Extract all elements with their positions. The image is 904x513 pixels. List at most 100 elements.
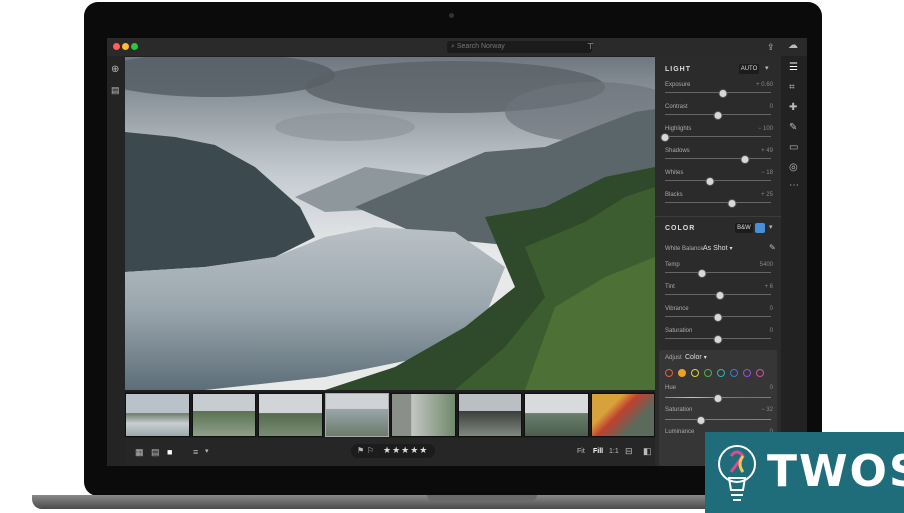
brush-icon[interactable]: ✎ (789, 122, 797, 134)
color-swatch[interactable] (691, 369, 699, 377)
edit-sliders-icon[interactable]: ☰ (789, 62, 798, 74)
thumbnail[interactable] (391, 393, 456, 437)
share-icon[interactable]: ⇪ (767, 41, 775, 53)
eyedropper-icon[interactable]: ✎ (769, 242, 776, 254)
detail-view-icon[interactable]: ■ (167, 446, 172, 458)
white-balance-value: As Shot (703, 245, 728, 252)
close-window-button[interactable] (113, 43, 120, 50)
linear-gradient-icon[interactable]: ▭ (789, 142, 798, 154)
thumbnail[interactable] (590, 393, 655, 437)
color-slider-label: Temp (665, 262, 680, 268)
color-slider-thumb[interactable] (697, 269, 707, 278)
light-slider-value: − 18 (761, 170, 773, 176)
more-icon[interactable]: ⋯ (789, 180, 799, 192)
light-slider[interactable] (665, 155, 771, 164)
flag-icon[interactable]: ⚑ (357, 445, 364, 457)
hue-slider[interactable] (665, 394, 771, 403)
chevron-down-icon[interactable]: ▾ (205, 446, 209, 458)
light-slider-thumb[interactable] (713, 111, 723, 120)
white-balance-select[interactable]: As Shot ▾ (703, 245, 732, 252)
title-bar: ⌕ Search Norway ⊤ ⇪ ☁ (107, 38, 807, 56)
color-slider[interactable] (665, 291, 771, 300)
thumbnail[interactable] (258, 393, 323, 437)
color-swatch[interactable] (730, 369, 738, 377)
light-slider[interactable] (665, 199, 771, 208)
adjust-label: Adjust (665, 355, 682, 361)
twos-watermark: TWOS (705, 432, 904, 513)
library-icon[interactable]: ▤ (111, 84, 120, 96)
color-slider-thumb[interactable] (715, 291, 725, 300)
crop-icon[interactable]: ⌗ (789, 82, 795, 94)
search-input[interactable]: ⌕ Search Norway (447, 41, 592, 53)
color-slider-value: 5400 (759, 262, 773, 268)
color-slider[interactable] (665, 335, 771, 344)
one-to-one-zoom-button[interactable]: 1:1 (609, 446, 619, 458)
minimize-window-button[interactable] (122, 43, 129, 50)
white-balance-label: White Balance (665, 246, 704, 252)
radial-gradient-icon[interactable]: ◎ (789, 162, 798, 174)
thumbnail[interactable] (125, 393, 190, 437)
search-placeholder: Search Norway (456, 43, 505, 50)
color-swatch[interactable] (756, 369, 764, 377)
saturation-mix-label: Saturation (665, 407, 693, 413)
color-slider-value: 0 (769, 306, 773, 312)
light-slider[interactable] (665, 89, 771, 98)
fit-zoom-button[interactable]: Fit (577, 446, 585, 458)
light-slider-thumb[interactable] (718, 89, 728, 98)
thumbnail[interactable] (191, 393, 256, 437)
star-rating[interactable]: ★★★★★ (383, 445, 428, 456)
thumbnail[interactable] (524, 393, 589, 437)
color-mix-button[interactable] (755, 223, 765, 233)
light-slider-label: Blacks (665, 192, 683, 198)
split-view-icon[interactable]: ◧ (643, 445, 652, 457)
light-slider-thumb[interactable] (740, 155, 749, 164)
grid-view-icon[interactable]: ▤ (151, 446, 160, 458)
light-slider-label: Whites (665, 170, 684, 176)
auto-button[interactable]: AUTO (739, 64, 759, 74)
color-swatch[interactable] (743, 369, 751, 377)
color-slider-thumb[interactable] (713, 313, 723, 322)
chevron-down-icon[interactable]: ▾ (765, 63, 769, 75)
light-slider-label: Contrast (665, 104, 688, 110)
bw-button[interactable]: B&W (735, 223, 753, 233)
filter-icon[interactable]: ⊤ (587, 41, 594, 53)
sort-icon[interactable]: ≡ (193, 446, 198, 458)
light-section-title: LIGHT (665, 66, 691, 73)
color-slider-thumb[interactable] (713, 335, 723, 344)
light-slider[interactable] (665, 111, 771, 120)
compare-icon[interactable]: ⊟ (625, 445, 633, 457)
thumbnail[interactable] (457, 393, 522, 437)
light-slider-label: Shadows (665, 148, 690, 154)
add-photos-icon[interactable]: ⊕ (111, 64, 119, 76)
light-slider-value: + 0.60 (756, 82, 773, 88)
adjust-select[interactable]: Color ▾ (685, 354, 707, 361)
chevron-down-icon[interactable]: ▾ (769, 222, 773, 234)
zoom-window-button[interactable] (131, 43, 138, 50)
cloud-sync-icon[interactable]: ☁ (788, 40, 798, 52)
reject-flag-icon[interactable]: ⚐ (367, 445, 374, 457)
light-slider-thumb[interactable] (705, 177, 715, 186)
color-swatch[interactable] (665, 369, 673, 377)
saturation-mix-slider-thumb[interactable] (696, 416, 706, 425)
color-slider[interactable] (665, 313, 771, 322)
square-grid-icon[interactable]: ▦ (135, 446, 144, 458)
color-slider-value: + 6 (764, 284, 773, 290)
healing-brush-icon[interactable]: ✚ (789, 102, 797, 114)
saturation-mix-slider[interactable] (665, 416, 771, 425)
search-icon: ⌕ (451, 43, 455, 50)
color-slider[interactable] (665, 269, 771, 278)
hue-slider-thumb[interactable] (713, 394, 723, 403)
thumbnail[interactable] (324, 393, 389, 437)
light-slider-value: 0 (769, 104, 773, 110)
light-slider-thumb[interactable] (660, 133, 670, 142)
light-slider-thumb[interactable] (727, 199, 737, 208)
color-swatch[interactable] (678, 369, 686, 377)
base-notch (427, 495, 537, 501)
light-slider[interactable] (665, 177, 771, 186)
light-slider[interactable] (660, 133, 771, 142)
fill-zoom-button[interactable]: Fill (593, 446, 603, 458)
color-slider-label: Tint (665, 284, 675, 290)
hue-value: 0 (769, 385, 773, 391)
color-swatch[interactable] (717, 369, 725, 377)
color-swatch[interactable] (704, 369, 712, 377)
